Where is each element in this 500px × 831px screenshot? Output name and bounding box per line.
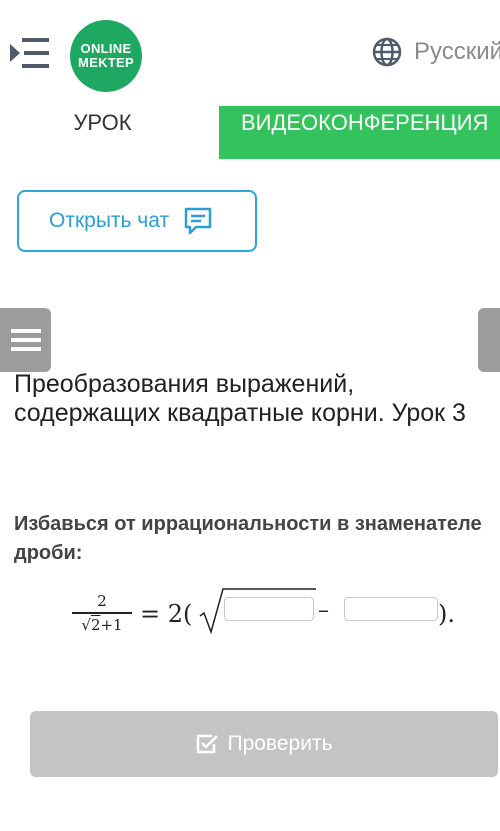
sqrt-sign: √ [81, 615, 91, 634]
fraction-numerator: 2 [97, 592, 107, 610]
checkbox-icon [197, 734, 219, 754]
menu-collapse-icon[interactable] [10, 36, 50, 70]
tab-lesson[interactable]: УРОК [0, 106, 205, 160]
fraction-denominator: √2+1 [72, 616, 132, 634]
check-button-label: Проверить [227, 732, 333, 755]
answer-input-2[interactable] [344, 597, 438, 621]
tab-videoconference[interactable]: ВИДЕОКОНФЕРЕНЦИЯ [219, 106, 500, 159]
language-selector[interactable]: Русский [372, 36, 500, 68]
answer-input-1[interactable] [224, 597, 314, 621]
task-text: Избавься от иррациональности в знаменате… [14, 513, 482, 564]
check-button[interactable]: Проверить [30, 711, 498, 777]
open-chat-label: Открыть чат [49, 209, 170, 232]
logo[interactable]: ONLINE MEKTEP [70, 20, 142, 92]
minus-sign: – [318, 598, 329, 623]
next-panel-toggle[interactable] [478, 308, 500, 372]
logo-line2: MEKTEP [78, 55, 134, 70]
open-chat-button[interactable]: Открыть чат [17, 190, 257, 252]
language-label: Русский [414, 38, 500, 65]
equals-two-paren: = 2( [140, 600, 193, 628]
closing-paren: ). [438, 600, 455, 628]
hamburger-icon [10, 329, 41, 351]
fraction-bar [72, 612, 132, 614]
lesson-title: Преобразования выражений, содержащих ква… [14, 370, 466, 427]
denominator-rest: +1 [100, 615, 123, 634]
chat-icon [184, 207, 212, 235]
formula: 2 √2+1 = 2( – ). [72, 586, 472, 644]
fraction: 2 √2+1 [72, 592, 132, 634]
logo-line1: ONLINE [80, 41, 132, 57]
globe-icon [372, 37, 402, 67]
lesson-menu-toggle[interactable] [0, 308, 51, 372]
